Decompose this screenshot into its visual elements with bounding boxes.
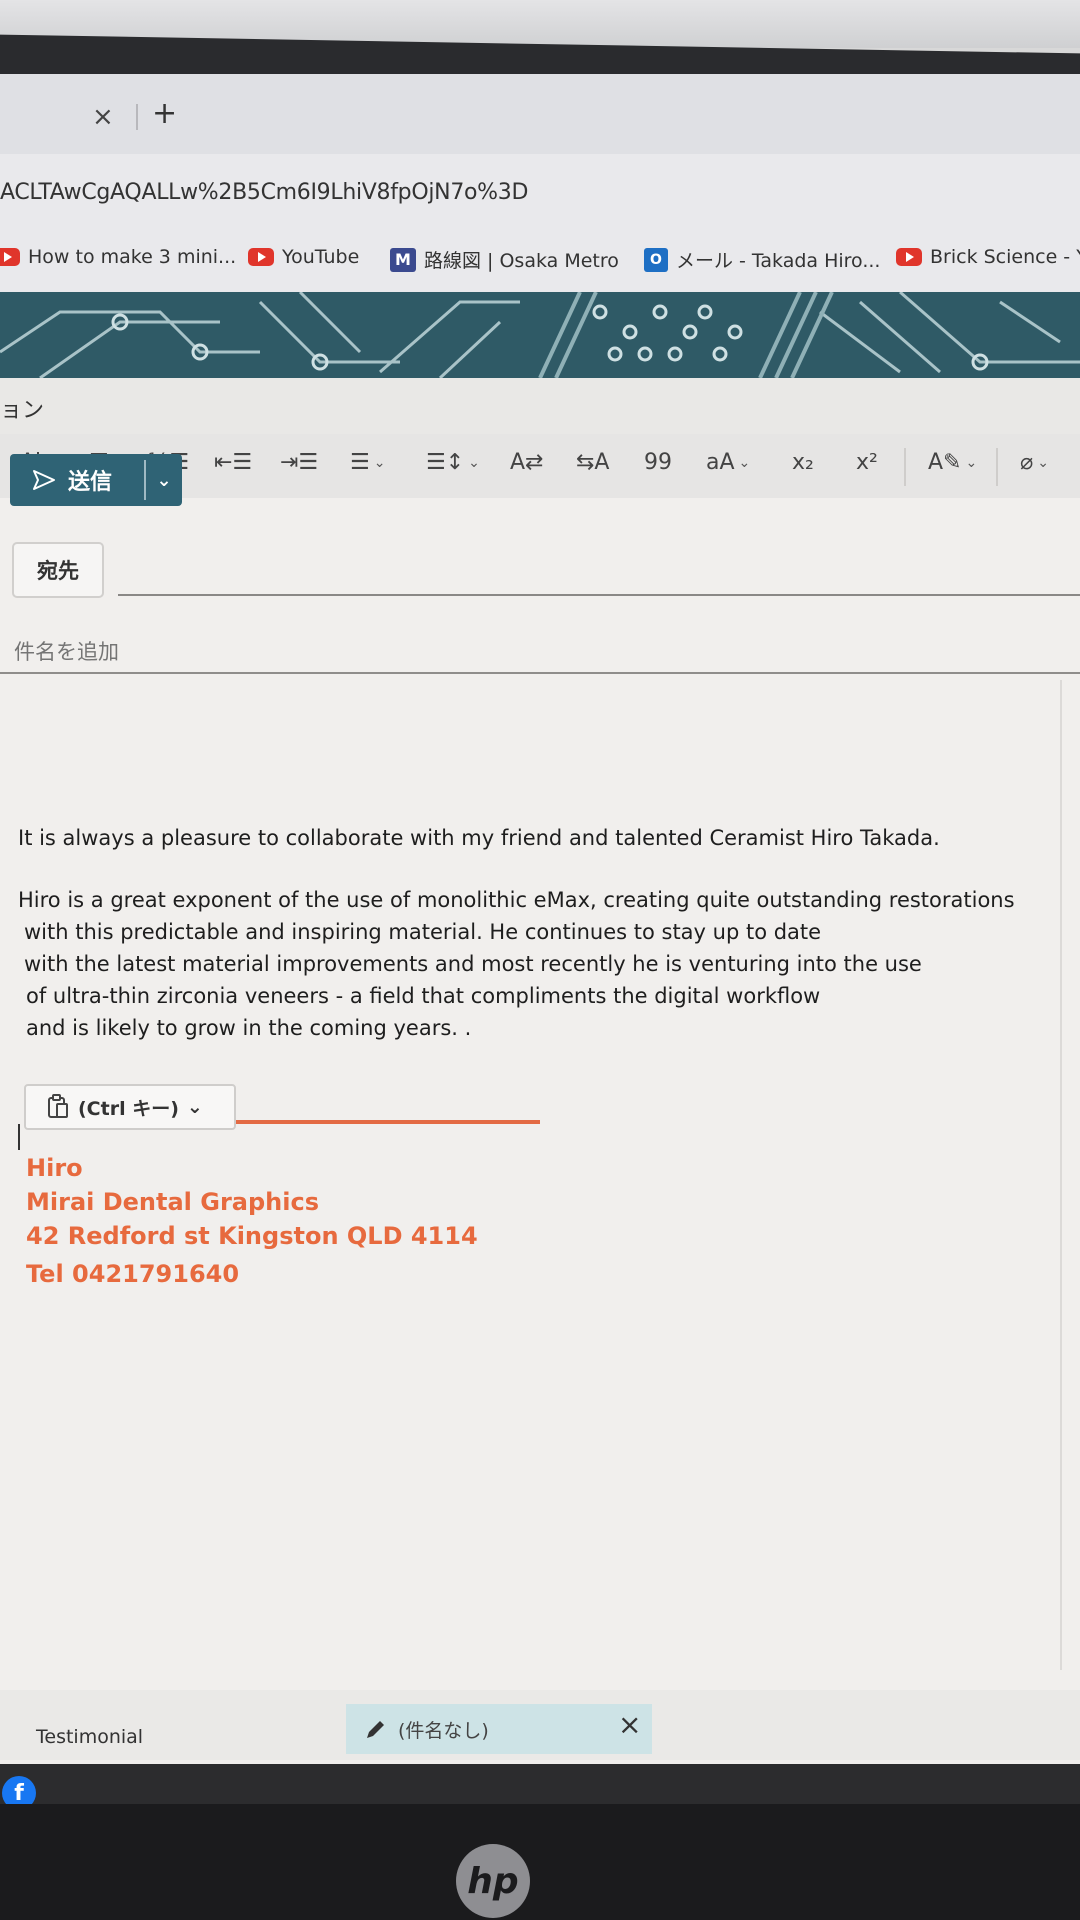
toolbar-divider (996, 448, 998, 486)
outlook-icon: O (644, 247, 668, 272)
send-action[interactable]: 送信 (10, 464, 144, 496)
superscript-icon[interactable]: x² (856, 450, 878, 475)
send-label: 送信 (68, 470, 113, 495)
styles-dropdown[interactable]: A✎ ⌄ (928, 450, 977, 475)
subject-input[interactable] (14, 632, 1080, 672)
body-line[interactable]: Hiro is a great exponent of the use of m… (18, 888, 1015, 912)
paste-options-button[interactable]: (Ctrl キー) ⌄ (24, 1084, 236, 1130)
send-options-dropdown[interactable]: ⌄ (146, 470, 182, 491)
draft-title: (件名なし) (398, 1719, 489, 1742)
attach-dropdown[interactable]: ⌀ ⌄ (1020, 450, 1049, 475)
header-banner (0, 292, 1080, 378)
tab-strip: × + (0, 74, 1080, 154)
bookmark-outlook-mail[interactable]: O メール - Takada Hiro... (644, 246, 880, 273)
close-icon[interactable]: × (618, 1708, 641, 1741)
bookmark-label: Brick Science - Yo (930, 246, 1080, 268)
bookmark-label: YouTube (282, 246, 360, 268)
quote-icon[interactable]: 99 (644, 450, 672, 475)
body-paragraph[interactable]: It is always a pleasure to collaborate w… (18, 826, 940, 850)
chevron-down-icon: ⌄ (1037, 454, 1049, 471)
app-label: ョン (0, 398, 45, 423)
bookmark-youtube[interactable]: YouTube (248, 246, 359, 268)
chevron-down-icon: ⌄ (965, 454, 978, 471)
taskbar (0, 1764, 1080, 1804)
tab-close-button[interactable]: × (92, 102, 114, 132)
to-field[interactable] (118, 594, 1080, 596)
change-case-icon: aA (706, 450, 735, 475)
clipboard-icon (48, 1094, 68, 1118)
chevron-down-icon: ⌄ (468, 454, 480, 471)
tab-separator (136, 104, 138, 130)
text-cursor (18, 1124, 20, 1150)
bookmark-brick-science[interactable]: Brick Science - Yo (896, 246, 1080, 268)
align-icon: ☰ (350, 450, 370, 475)
bookmark-label: 路線図 | Osaka Metro (424, 250, 619, 272)
increase-indent-icon[interactable]: ⇥☰ (280, 450, 318, 475)
address-url[interactable]: ACLTAwCgAQALLw%2B5Cm6I9LhiV8fpOjN7o%3D (0, 180, 528, 205)
chevron-down-icon: ⌄ (186, 1096, 203, 1118)
signature-phone[interactable]: Tel 0421791640 (26, 1260, 239, 1288)
chevron-down-icon: ⌄ (373, 454, 386, 471)
subscript-icon[interactable]: x₂ (792, 450, 814, 475)
pencil-icon (367, 1721, 384, 1738)
line-spacing-dropdown[interactable]: ☰↕ ⌄ (426, 450, 480, 475)
metro-icon: M (390, 247, 416, 272)
signature-name[interactable]: Hiro (26, 1154, 83, 1182)
chevron-down-icon: ⌄ (738, 454, 751, 471)
youtube-icon (896, 248, 922, 266)
paste-options-label: (Ctrl キー) (78, 1097, 179, 1120)
signature-address[interactable]: 42 Redford st Kingston QLD 4114 (26, 1222, 478, 1250)
bookmark-osaka-metro[interactable]: M 路線図 | Osaka Metro (390, 246, 619, 273)
bookmark-how-to-make[interactable]: How to make 3 mini... (0, 246, 236, 268)
rtl-icon[interactable]: ⇆A (576, 450, 609, 475)
line-spacing-icon: ☰↕ (426, 450, 465, 475)
screen: × + ACLTAwCgAQALLw%2B5Cm6I9LhiV8fpOjN7o%… (0, 74, 1080, 1764)
youtube-icon (248, 248, 274, 266)
signature-company[interactable]: Mirai Dental Graphics (26, 1188, 319, 1216)
hp-logo-icon: hp (456, 1844, 530, 1918)
body-line[interactable]: with the latest material improvements an… (24, 952, 922, 976)
decrease-indent-icon[interactable]: ⇤☰ (214, 450, 252, 475)
bookmark-label: How to make 3 mini... (28, 246, 237, 268)
bookmark-label: メール - Takada Hiro... (676, 250, 881, 272)
circuit-pattern-icon (0, 292, 1080, 378)
attach-icon: ⌀ (1020, 450, 1034, 475)
editor-edge (1060, 680, 1062, 1670)
change-case-dropdown[interactable]: aA ⌄ (706, 450, 750, 475)
send-icon (33, 470, 55, 490)
youtube-icon (0, 248, 20, 266)
monitor-bezel-bottom (0, 1804, 1080, 1920)
draft-folder-label[interactable]: Testimonial (36, 1726, 143, 1748)
subject-underline (0, 672, 1080, 674)
body-line[interactable]: and is likely to grow in the coming year… (26, 1016, 471, 1040)
body-line[interactable]: of ultra-thin zirconia veneers - a field… (26, 984, 820, 1008)
app-label-row: ョン (0, 378, 1080, 434)
compose-pane (0, 498, 1080, 1764)
to-button[interactable]: 宛先 (12, 542, 104, 598)
signature-divider (236, 1120, 540, 1124)
align-dropdown[interactable]: ☰ ⌄ (350, 450, 385, 475)
styles-icon: A✎ (928, 450, 962, 475)
send-button[interactable]: 送信 ⌄ (10, 454, 182, 506)
draft-tab[interactable]: (件名なし) (346, 1704, 652, 1754)
toolbar-divider (904, 448, 906, 486)
body-line[interactable]: with this predictable and inspiring mate… (24, 920, 821, 944)
new-tab-button[interactable]: + (152, 96, 177, 131)
ltr-icon[interactable]: A⇄ (510, 450, 543, 475)
